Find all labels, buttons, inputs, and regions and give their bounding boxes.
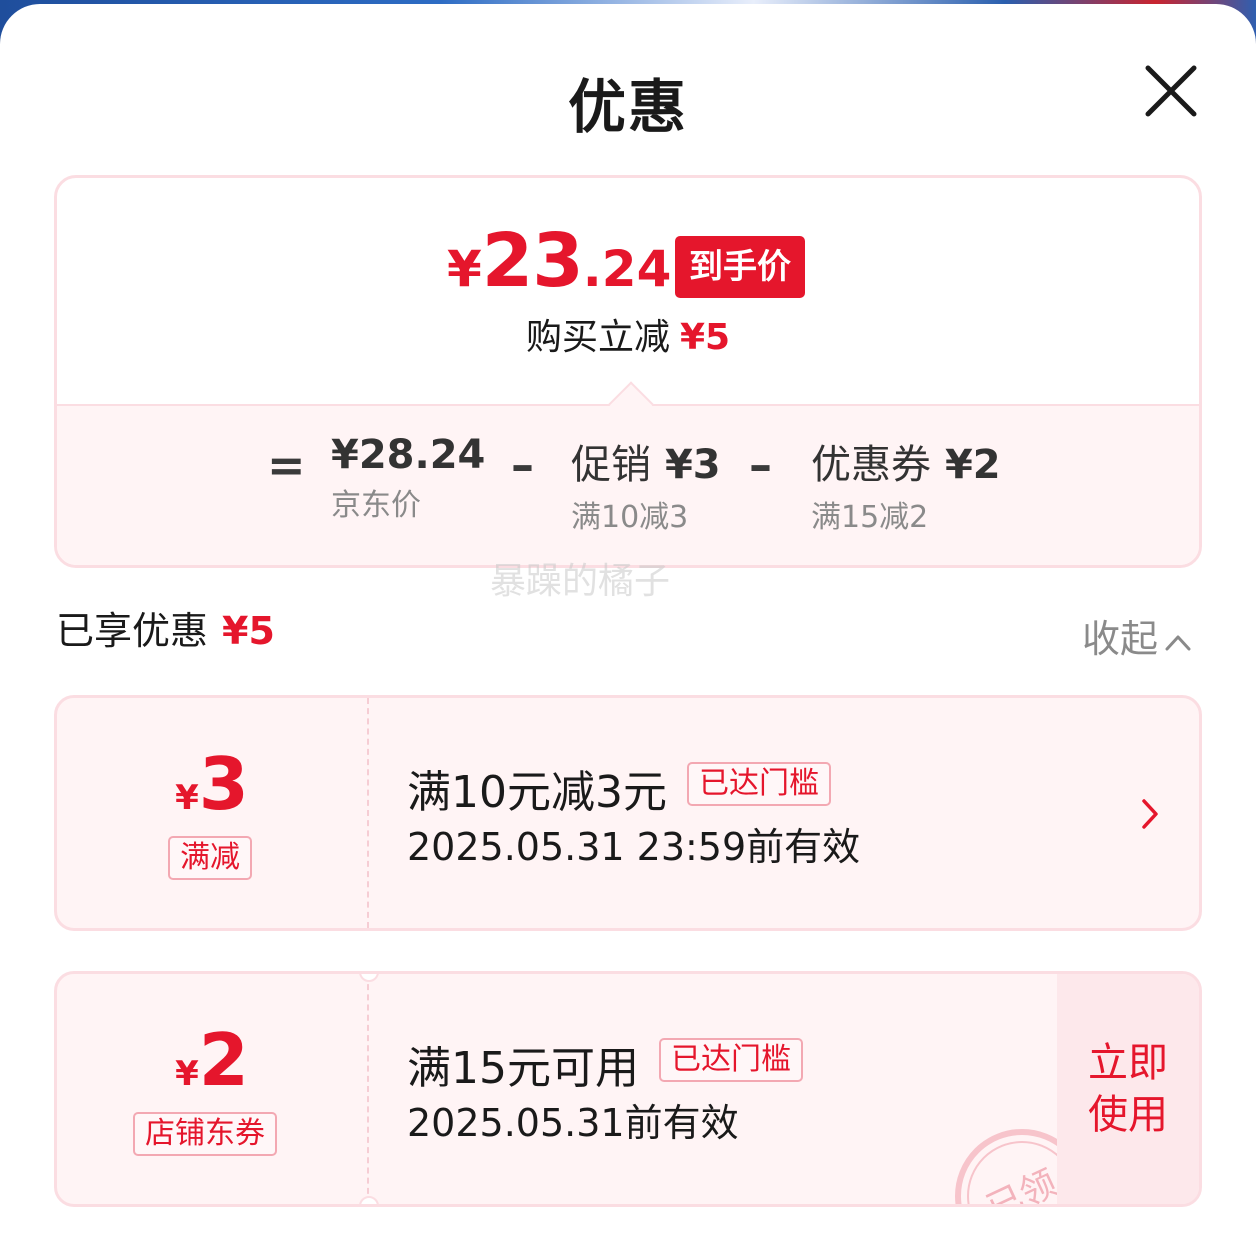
- price-integer: 23: [481, 218, 584, 304]
- promo-amount: ¥3: [664, 442, 721, 488]
- equals-sign: =: [267, 438, 306, 492]
- final-price: ¥23.24: [447, 218, 671, 308]
- jd-price-label: 京东价: [331, 488, 421, 523]
- coupon-value: ¥2: [57, 1018, 367, 1102]
- price-breakdown: = ¥28.24 京东价 – 促销 ¥3 满10减3 – 优惠券 ¥2 满15减…: [57, 381, 1199, 565]
- price-decimal: .24: [582, 240, 672, 298]
- coupon-card[interactable]: ¥2 店铺东券 满15元可用 已达门槛 2025.05.31前有效 已领 立即使…: [54, 971, 1202, 1207]
- coupon-title: 满10元减3元: [407, 767, 667, 818]
- coupon-value: ¥3: [57, 742, 367, 826]
- sheet-title: 优惠: [567, 73, 688, 141]
- discount-sheet: 优惠 ¥23.24 到手价 购买立减 ¥5 = ¥28.24 京东价 – 促销 ¥…: [0, 4, 1256, 1243]
- coupon-card[interactable]: ¥3 满减 满10元减3元 已达门槛 2025.05.31 23:59前有效: [54, 695, 1202, 931]
- promo-rule: 满10减3: [571, 500, 689, 535]
- jd-price-item: ¥28.24 京东价: [331, 432, 485, 524]
- chevron-up-icon: [1165, 635, 1191, 650]
- final-price-section: ¥23.24 到手价 购买立减 ¥5: [57, 178, 1199, 404]
- coupon-item: 优惠券 ¥2 满15减2: [811, 432, 1001, 536]
- threshold-badge: 已达门槛: [659, 1038, 803, 1082]
- dashed-divider: [367, 698, 369, 928]
- coupon-validity: 2025.05.31 23:59前有效: [407, 825, 861, 869]
- use-now-label: 立即使用: [1088, 1040, 1168, 1138]
- coupon-currency: ¥: [175, 778, 199, 818]
- stamp-text: 已领: [981, 1163, 1064, 1207]
- coupon-validity: 2025.05.31前有效: [407, 1101, 739, 1145]
- purchase-reduction: 购买立减 ¥5: [57, 308, 1199, 360]
- close-icon[interactable]: [1140, 60, 1202, 122]
- coupon-amount-number: 2: [198, 1018, 249, 1102]
- coupon-amount: ¥2: [944, 442, 1001, 488]
- coupon-rule: 满15减2: [811, 500, 929, 535]
- currency-symbol: ¥: [447, 240, 482, 298]
- promo-item: 促销 ¥3 满10减3: [571, 432, 721, 536]
- collapse-label: 收起: [1082, 617, 1159, 661]
- coupon-label: 优惠券: [811, 442, 931, 488]
- minus-sign: –: [511, 438, 534, 492]
- reduction-label: 购买立减: [525, 317, 670, 358]
- coupon-title: 满15元可用: [407, 1043, 639, 1094]
- enjoyed-discount: 已享优惠 ¥5: [56, 600, 275, 655]
- price-summary-card: ¥23.24 到手价 购买立减 ¥5 = ¥28.24 京东价 – 促销 ¥3 满…: [54, 175, 1202, 568]
- dashed-divider: [367, 974, 369, 1204]
- jd-price: ¥28.24: [331, 432, 486, 478]
- final-price-tag: 到手价: [675, 236, 805, 298]
- coupon-type-tag: 店铺东券: [133, 1112, 277, 1156]
- watermark: 暴躁的橘子: [490, 561, 671, 602]
- coupon-type-tag: 满减: [168, 836, 252, 880]
- threshold-badge: 已达门槛: [687, 762, 831, 806]
- coupon-value-section: ¥2 店铺东券: [57, 974, 367, 1204]
- coupon-value-section: ¥3 满减: [57, 698, 367, 928]
- reduction-amount: ¥5: [679, 317, 731, 358]
- promo-label: 促销: [571, 442, 651, 488]
- minus-sign: –: [749, 438, 772, 492]
- enjoyed-label: 已享优惠: [56, 609, 209, 653]
- coupon-amount-number: 3: [198, 742, 249, 826]
- enjoyed-amount: ¥5: [222, 609, 275, 653]
- coupon-currency: ¥: [175, 1054, 199, 1094]
- ticket-notch: [359, 1196, 379, 1204]
- use-now-button[interactable]: 立即使用: [1057, 974, 1199, 1204]
- chevron-right-icon[interactable]: [1137, 796, 1163, 832]
- collapse-button[interactable]: 收起: [1082, 608, 1192, 663]
